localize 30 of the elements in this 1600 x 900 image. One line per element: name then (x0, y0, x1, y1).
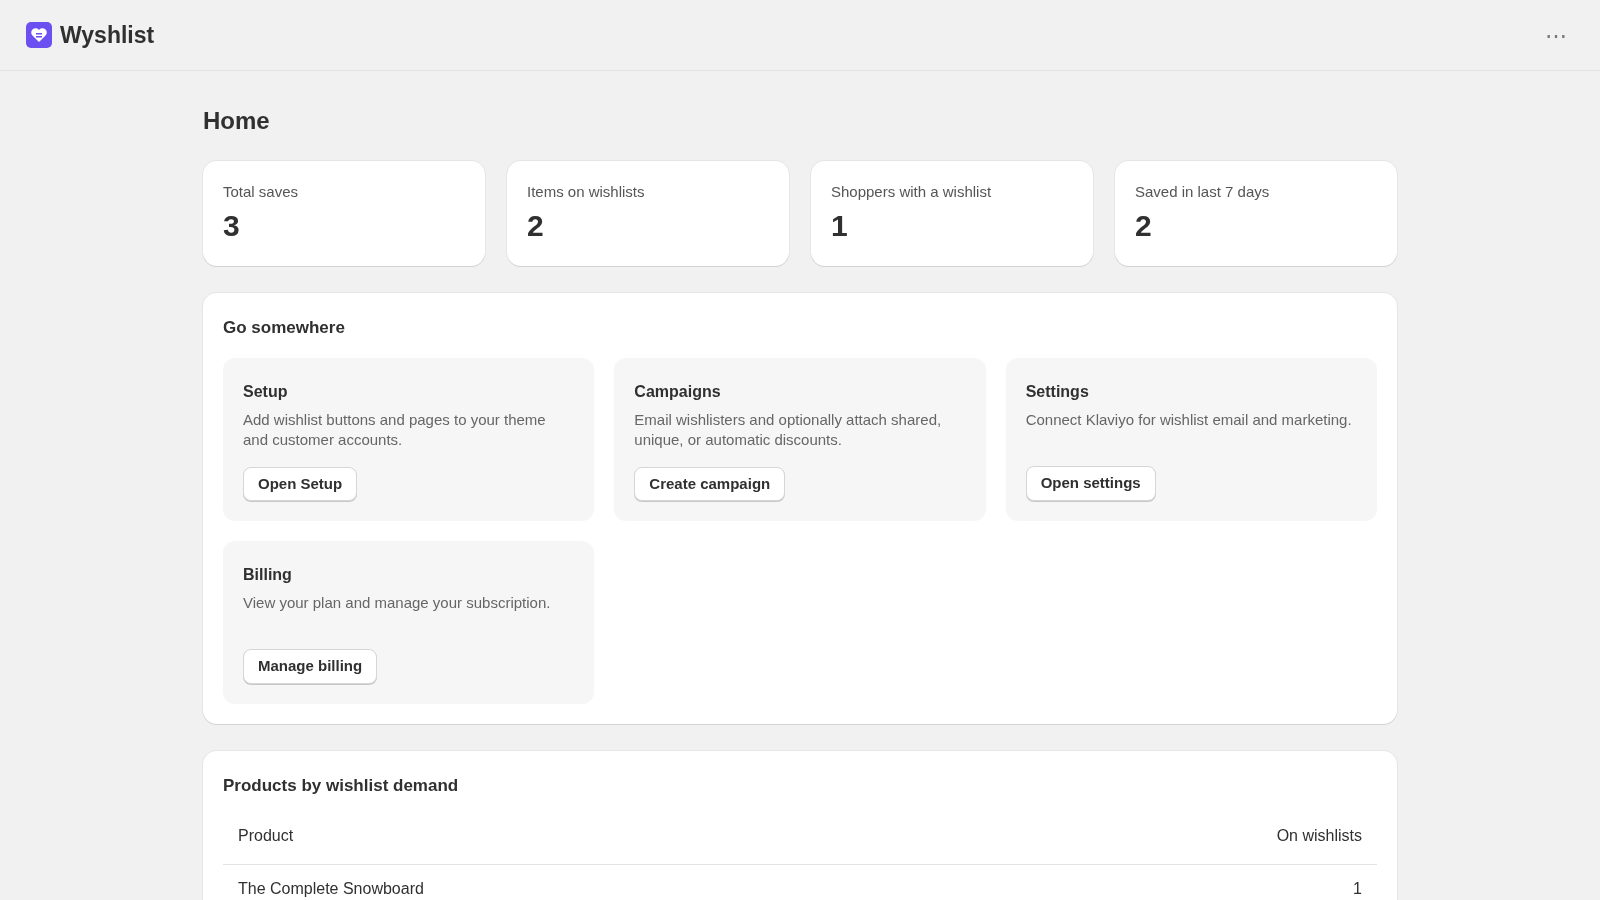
column-header: On wishlists (1276, 826, 1362, 846)
stat-label: Total saves (223, 182, 300, 202)
column-header: Product (238, 826, 294, 846)
stat-label: Items on wishlists (527, 182, 646, 202)
section-title: Products by wishlist demand (223, 774, 460, 797)
stat-value: 2 (527, 207, 545, 244)
app-name: Wyshlist (60, 20, 155, 50)
tile-title: Setup (243, 382, 289, 402)
tile-description: Add wishlist buttons and pages to your theme and customer accounts. (243, 410, 547, 451)
section-title: Go somewhere (223, 316, 346, 339)
stat-value: 2 (1135, 207, 1153, 244)
logo-icon (26, 22, 52, 48)
table-cell-text: The Complete Snowboard (238, 879, 424, 899)
tile-title: Campaigns (634, 382, 722, 402)
tile-title: Billing (243, 565, 293, 585)
more-menu-button[interactable]: ⋯ (1539, 17, 1574, 53)
tile-description: Connect Klaviyo for wishlist email and marketing. (1025, 410, 1353, 430)
tile-title: Settings (1025, 382, 1090, 402)
tile-button[interactable]: Create campaign (634, 466, 786, 501)
stat-label: Saved in last 7 days (1135, 182, 1271, 202)
tile-button[interactable]: Manage billing (243, 649, 378, 684)
stat-value: 3 (223, 207, 241, 244)
stat-value: 1 (831, 207, 849, 244)
table-cell-text: 1 (1353, 879, 1362, 899)
page-title: Home (203, 106, 271, 136)
tile-button[interactable]: Open settings (1025, 466, 1156, 501)
tile-button[interactable]: Open Setup (243, 466, 358, 501)
tile-description: View your plan and manage your subscription. (243, 593, 552, 613)
tile-description: Email wishlisters and optionally attach shared, unique, or automatic discounts. (634, 410, 943, 451)
stat-label: Shoppers with a wishlist (831, 182, 993, 202)
